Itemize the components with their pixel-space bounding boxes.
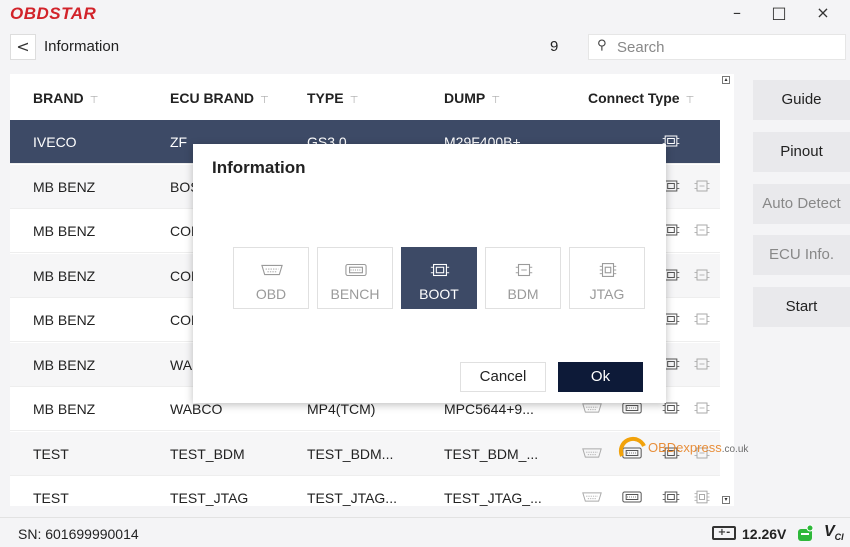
cell-brand: MB BENZ [33, 223, 96, 239]
guide-button[interactable]: Guide [753, 80, 850, 120]
jtag-icon [692, 489, 712, 506]
scroll-down-arrow[interactable]: ▾ [722, 496, 730, 504]
obdstar-logo: OBDSTAR [10, 4, 97, 23]
column-header-brand[interactable]: BRAND ⊤ [33, 90, 98, 106]
boot-icon [661, 489, 681, 506]
table-header: BRAND ⊤ ECU BRAND ⊤ TYPE ⊤ DUMP ⊤ Connect Ty… [10, 74, 726, 120]
bench-icon [622, 445, 642, 463]
filter-icon[interactable]: ⊤ [686, 95, 695, 106]
cell-brand: TEST [33, 445, 69, 462]
dialog-title: Information [212, 158, 306, 177]
cell-brand: MB BENZ [33, 401, 96, 417]
bdm-icon [692, 356, 712, 374]
option-label: OBD [255, 286, 287, 302]
connect-option-obd[interactable]: OBD [233, 247, 309, 309]
filter-icon[interactable]: ⊤ [491, 95, 500, 106]
cell-brand: MB BENZ [33, 267, 96, 284]
search-icon: ⚲ [597, 38, 607, 53]
column-header-dump[interactable]: DUMP ⊤ [444, 90, 500, 106]
maximize-button[interactable]: □ [764, 2, 794, 24]
cell-type: TEST_BDM... [307, 445, 394, 462]
voltage-readout: 12.26V [742, 526, 787, 542]
column-header-ecu-brand[interactable]: ECU BRAND ⊤ [170, 90, 269, 106]
option-label: BENCH [330, 286, 380, 302]
cell-dump: MPC5644+9... [444, 401, 534, 417]
cell-type: MP4(TCM) [307, 401, 376, 417]
page-title: Information [44, 38, 120, 55]
obd-icon [582, 445, 602, 463]
search-box[interactable]: ⚲ [588, 34, 846, 60]
option-label: BDM [507, 286, 539, 302]
ok-button[interactable]: Ok [558, 362, 643, 392]
column-header-connect-type[interactable]: Connect Type ⊤ [588, 90, 694, 106]
cell-brand: MB BENZ [33, 356, 96, 373]
cell-brand: MB BENZ [33, 178, 96, 195]
cell-type: TEST_JTAG... [307, 490, 397, 506]
minimize-button[interactable]: – [722, 2, 752, 24]
table-scrollbar[interactable]: ▴ ▾ [720, 74, 732, 506]
pinout-button[interactable]: Pinout [753, 132, 850, 172]
vci-icon: VCI [824, 523, 844, 543]
close-button[interactable]: × [808, 2, 838, 24]
cancel-button[interactable]: Cancel [460, 362, 546, 392]
bdm-icon [692, 267, 712, 285]
vci-connected-icon [798, 524, 814, 541]
connect-option-bench[interactable]: BENCH [317, 247, 393, 309]
cell-brand: MB BENZ [33, 312, 96, 328]
connect-option-boot[interactable]: BOOT [401, 247, 477, 309]
boot-icon [661, 445, 681, 463]
cell-ecu-brand: TEST_JTAG [170, 490, 249, 506]
title-bar: OBDSTAR – □ × [0, 0, 850, 28]
obd-icon [582, 489, 602, 506]
bdm-icon [692, 400, 712, 418]
bdm-icon [692, 178, 712, 196]
serial-number: SN: 601699990014 [18, 526, 139, 542]
option-label: BOOT [419, 286, 459, 302]
information-dialog: Information OBD BENCH BOOT BDM JTAG Cancel O… [193, 144, 666, 403]
table-row[interactable]: TEST TEST_BDM TEST_BDM... TEST_BDM_... [10, 431, 726, 476]
ecu-info-button[interactable]: ECU Info. [753, 235, 850, 275]
battery-icon: +- [712, 526, 736, 540]
cell-brand: IVECO [33, 134, 77, 150]
filter-icon[interactable]: ⊤ [90, 95, 99, 106]
cell-brand: TEST [33, 490, 69, 506]
connect-option-jtag[interactable]: JTAG [569, 247, 645, 309]
cell-ecu-brand: WABCO [170, 401, 223, 417]
cell-ecu-brand: TEST_BDM [170, 445, 245, 462]
search-input[interactable] [617, 37, 837, 57]
connect-option-bdm[interactable]: BDM [485, 247, 561, 309]
column-header-type[interactable]: TYPE ⊤ [307, 90, 358, 106]
start-button[interactable]: Start [753, 287, 850, 327]
result-count: 9 [550, 38, 559, 55]
status-bar: SN: 601699990014 +- 12.26V VCI [0, 517, 850, 547]
filter-icon[interactable]: ⊤ [260, 95, 269, 106]
bdm-icon [692, 445, 712, 463]
table-row[interactable]: TEST TEST_JTAG TEST_JTAG... TEST_JTAG_... [10, 476, 726, 506]
cell-dump: TEST_BDM_... [444, 445, 539, 462]
cell-dump: TEST_JTAG_... [444, 490, 542, 506]
back-button[interactable]: < [10, 34, 36, 60]
auto-detect-button[interactable]: Auto Detect [753, 184, 850, 224]
filter-icon[interactable]: ⊤ [350, 95, 359, 106]
bench-icon [622, 489, 642, 506]
option-label: JTAG [589, 286, 625, 302]
bdm-icon [692, 222, 712, 240]
bdm-icon [692, 311, 712, 329]
nav-bar: < Information 9 ⚲ [10, 34, 846, 60]
scroll-up-arrow[interactable]: ▴ [722, 76, 730, 84]
